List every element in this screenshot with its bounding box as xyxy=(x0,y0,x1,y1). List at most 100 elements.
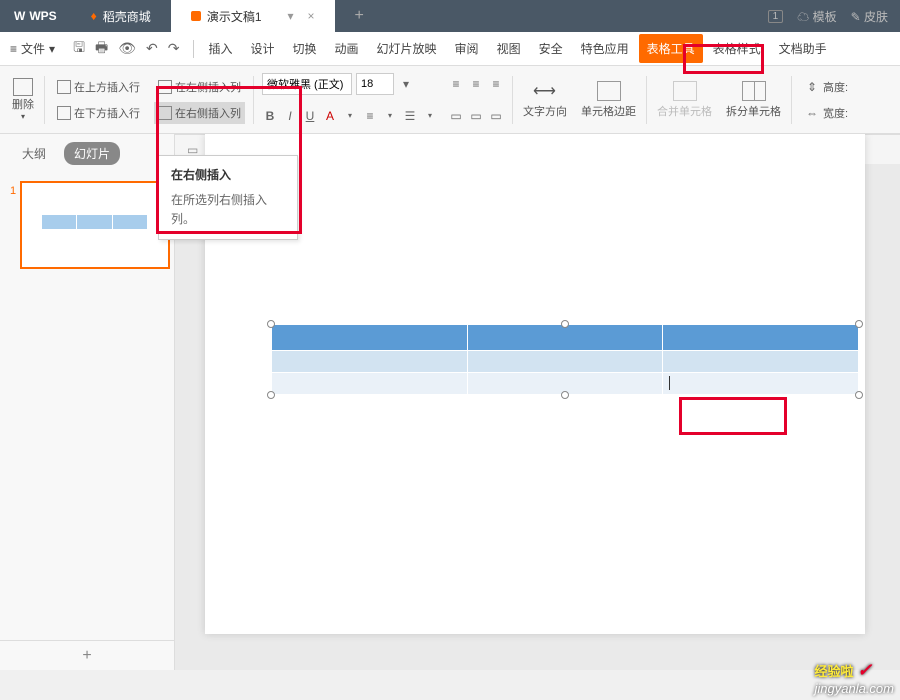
resize-handle[interactable] xyxy=(561,320,569,328)
slides-tab[interactable]: 幻灯片 xyxy=(64,142,120,165)
resize-handle[interactable] xyxy=(561,391,569,399)
tab-transition[interactable]: 切换 xyxy=(285,34,325,63)
app-logo[interactable]: W WPS xyxy=(0,9,71,23)
chevron-down-icon[interactable]: ▾ xyxy=(398,76,414,92)
bold-icon[interactable]: B xyxy=(262,108,278,124)
insert-left-label: 在左侧插入列 xyxy=(175,79,241,95)
chevron-down-icon[interactable]: ▾ xyxy=(422,108,438,124)
add-tab-button[interactable]: + xyxy=(335,7,384,25)
template-button[interactable]: ☁ 模板 xyxy=(797,8,836,25)
add-slide-button[interactable]: + xyxy=(0,640,174,670)
insert-col-right-button[interactable]: 在右侧插入列 xyxy=(154,102,245,124)
table-cell[interactable] xyxy=(467,351,663,373)
file-menu[interactable]: ≡ 文件 ▾ xyxy=(0,40,65,57)
align-right-icon[interactable]: ≡ xyxy=(488,76,504,92)
text-direction-icon: ⟷ xyxy=(533,81,557,101)
tab-table-style[interactable]: 表格样式 xyxy=(705,34,769,63)
split-label: 拆分单元格 xyxy=(726,103,781,119)
presentation-icon xyxy=(191,11,201,21)
tab-design[interactable]: 设计 xyxy=(242,34,282,63)
number-list-icon[interactable]: ☰ xyxy=(402,108,418,124)
split-icon xyxy=(742,81,766,101)
valign-bottom-icon[interactable]: ▭ xyxy=(488,108,504,124)
insert-row-below-button[interactable]: 在下方插入行 xyxy=(53,102,144,124)
insert-col-left-button[interactable]: 在左侧插入列 xyxy=(154,76,245,98)
tab-table-tools[interactable]: 表格工具 xyxy=(639,34,703,63)
font-family-select[interactable] xyxy=(262,73,352,95)
table-cell[interactable] xyxy=(272,351,468,373)
redo-icon[interactable]: ↷ xyxy=(168,40,180,57)
resize-handle[interactable] xyxy=(855,391,863,399)
cell-margin-icon xyxy=(597,81,621,101)
tab-insert[interactable]: 插入 xyxy=(200,34,240,63)
tab-document[interactable]: 演示文稿1 ▾ × xyxy=(171,0,335,32)
table-cell[interactable] xyxy=(467,325,663,351)
table-cell-active[interactable] xyxy=(663,373,859,395)
slide-thumbnail[interactable]: 1 xyxy=(20,181,170,269)
resize-handle[interactable] xyxy=(855,320,863,328)
counter-badge[interactable]: 1 xyxy=(768,10,784,23)
file-label: 文件 xyxy=(21,40,45,57)
insert-row-above-button[interactable]: 在上方插入行 xyxy=(53,76,144,98)
tab-view[interactable]: 视图 xyxy=(489,34,529,63)
cell-margin-button[interactable]: 单元格边距 xyxy=(575,81,642,119)
tab-slideshow[interactable]: 幻灯片放映 xyxy=(369,34,445,63)
close-tab-icon[interactable]: × xyxy=(308,9,315,23)
tab-store[interactable]: ♦ 稻壳商城 xyxy=(71,0,171,32)
skin-button[interactable]: ✎ 皮肤 xyxy=(851,8,888,25)
height-label: 高度: xyxy=(823,79,848,95)
slide-table[interactable] xyxy=(271,324,859,395)
slide[interactable] xyxy=(205,134,865,634)
resize-handle[interactable] xyxy=(267,391,275,399)
table-cell[interactable] xyxy=(663,325,859,351)
insert-below-label: 在下方插入行 xyxy=(74,105,140,121)
delete-label: 删除 xyxy=(12,96,34,112)
slide-sidebar: 大纲 幻灯片 1 + xyxy=(0,134,175,670)
text-direction-button[interactable]: ⟷ 文字方向 xyxy=(517,81,573,119)
chevron-down-icon[interactable]: ▾ xyxy=(342,108,358,124)
watermark-brand: 经验啦 xyxy=(815,664,854,679)
resize-handle[interactable] xyxy=(267,320,275,328)
cell-margin-label: 单元格边距 xyxy=(581,103,636,119)
font-group: ▾ B I U A ▾ ≡ ▾ ☰ ▾ xyxy=(258,70,442,130)
underline-icon[interactable]: U xyxy=(302,108,318,124)
col-width-button[interactable]: ⇔ 宽度: xyxy=(800,102,852,124)
font-color-icon[interactable]: A xyxy=(322,108,338,124)
chevron-down-icon: ▾ xyxy=(21,112,25,121)
preview-icon[interactable]: 👁 xyxy=(118,40,136,57)
font-size-select[interactable] xyxy=(356,73,394,95)
tab-animation[interactable]: 动画 xyxy=(327,34,367,63)
row-below-icon xyxy=(57,106,71,120)
table-cell[interactable] xyxy=(663,351,859,373)
thumbnails[interactable]: 1 xyxy=(0,173,174,640)
tab-security[interactable]: 安全 xyxy=(531,34,571,63)
align-center-icon[interactable]: ≡ xyxy=(468,76,484,92)
valign-top-icon[interactable]: ▭ xyxy=(448,108,464,124)
print-icon[interactable]: 🖶 xyxy=(95,37,108,61)
delete-group[interactable]: 删除 ▾ xyxy=(6,78,40,121)
table-cell[interactable] xyxy=(272,373,468,395)
split-cells-button[interactable]: 拆分单元格 xyxy=(720,81,787,119)
italic-icon[interactable]: I xyxy=(282,108,298,124)
insert-above-label: 在上方插入行 xyxy=(74,79,140,95)
height-icon: ⇕ xyxy=(804,79,820,95)
table-selection[interactable] xyxy=(271,324,859,395)
outline-tab[interactable]: 大纲 xyxy=(12,142,56,165)
row-height-button[interactable]: ⇕ 高度: xyxy=(800,76,852,98)
tab-review[interactable]: 审阅 xyxy=(447,34,487,63)
chevron-down-icon[interactable]: ▾ xyxy=(382,108,398,124)
delete-icon xyxy=(13,78,33,96)
mini-table-preview xyxy=(42,215,148,229)
menu-icon: ≡ xyxy=(10,42,17,56)
col-right-icon xyxy=(158,106,172,120)
align-left-icon[interactable]: ≡ xyxy=(448,76,464,92)
bullet-list-icon[interactable]: ≡ xyxy=(362,108,378,124)
dropdown-icon[interactable]: ▾ xyxy=(288,9,294,23)
save-icon[interactable]: 🖫 xyxy=(73,37,85,61)
undo-icon[interactable]: ↶ xyxy=(146,40,158,57)
table-cell[interactable] xyxy=(272,325,468,351)
tab-doc-helper[interactable]: 文档助手 xyxy=(771,34,835,63)
tab-featured[interactable]: 特色应用 xyxy=(573,34,637,63)
separator xyxy=(44,76,45,124)
valign-middle-icon[interactable]: ▭ xyxy=(468,108,484,124)
